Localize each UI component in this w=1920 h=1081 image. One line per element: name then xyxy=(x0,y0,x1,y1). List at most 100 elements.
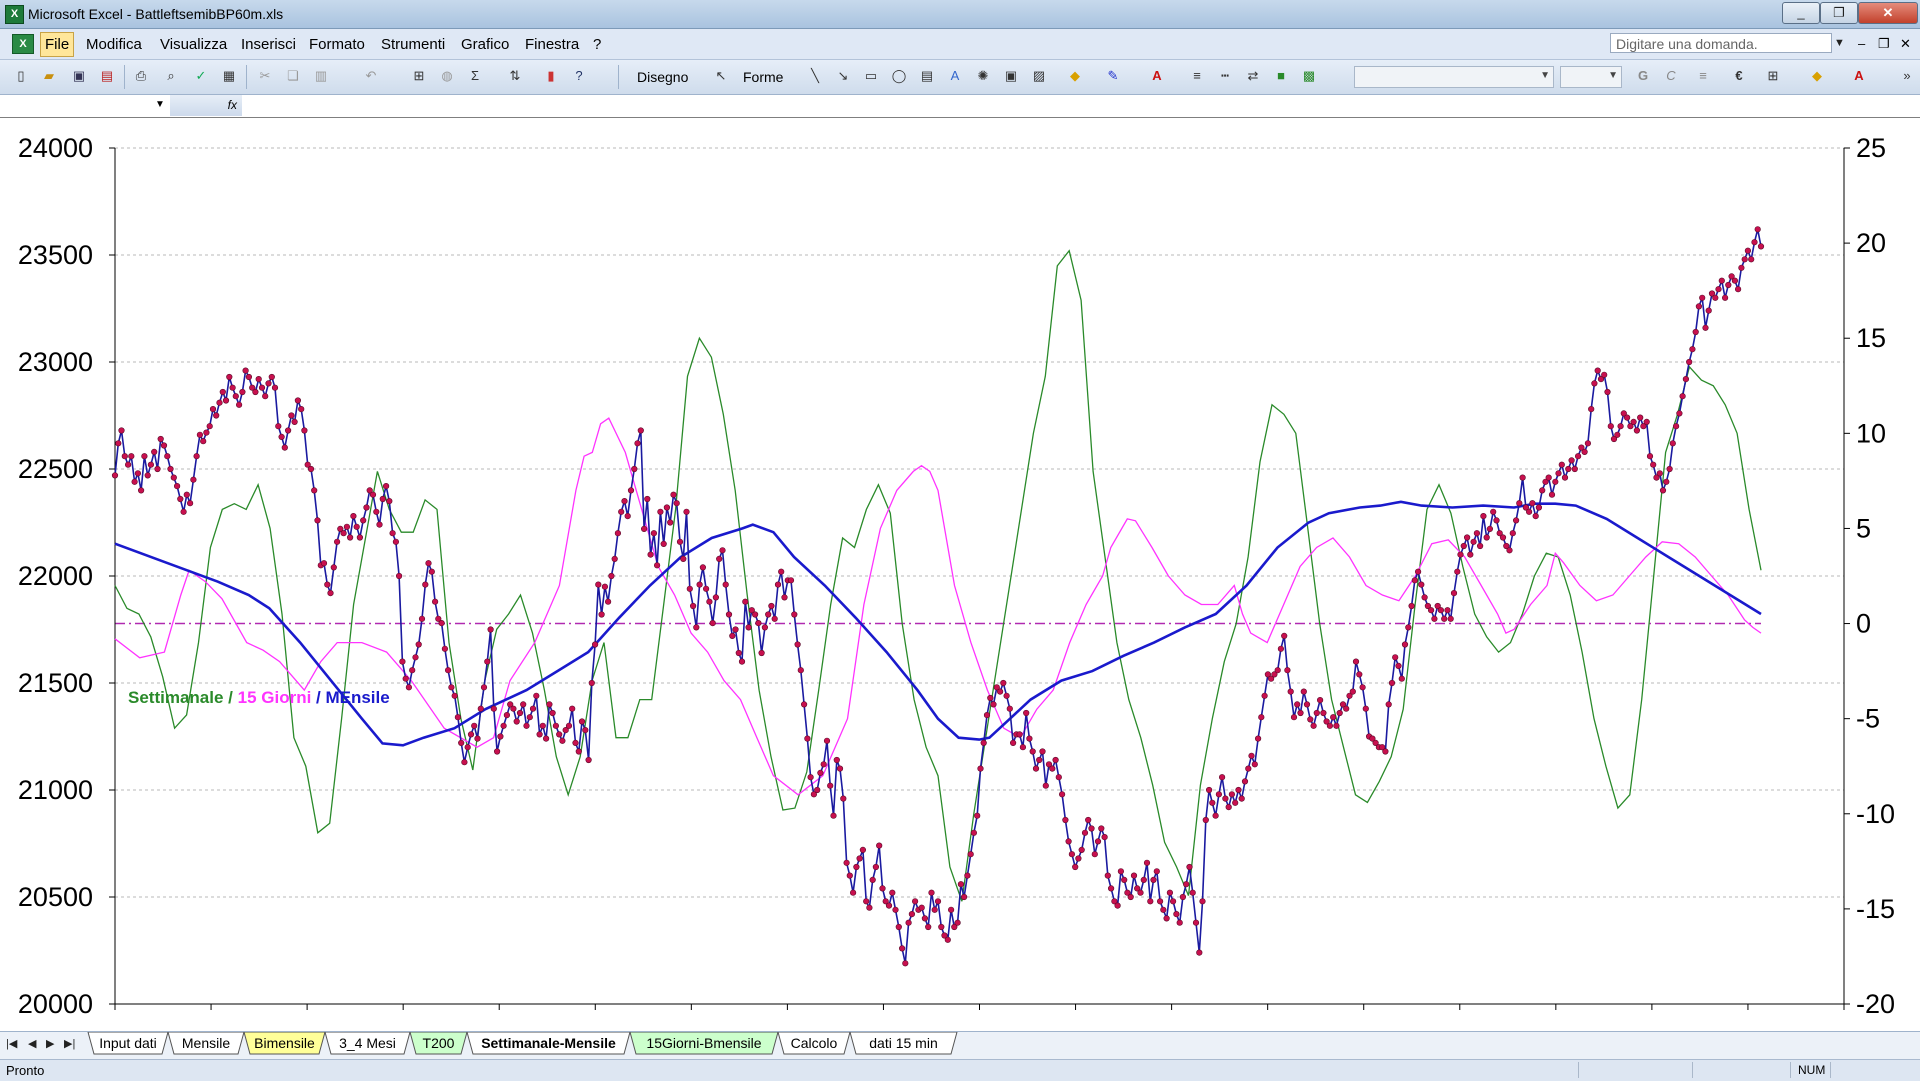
wordart-icon[interactable]: A xyxy=(946,67,964,85)
disegno-menu[interactable]: Disegno xyxy=(637,69,688,85)
align-icon[interactable]: ≡ xyxy=(1694,67,1712,85)
toolbar-options-icon[interactable]: » xyxy=(1898,67,1916,85)
borders-icon[interactable]: ⊞ xyxy=(1764,67,1782,85)
web-icon[interactable]: ◍ xyxy=(438,67,456,85)
data-point xyxy=(1169,898,1177,905)
sheet-tab-0[interactable]: Input dati xyxy=(87,1032,169,1055)
data-point xyxy=(1153,868,1160,875)
new-icon[interactable]: ▯ xyxy=(12,67,30,85)
data-point xyxy=(428,568,435,575)
data-point xyxy=(1418,581,1425,588)
data-point xyxy=(183,491,190,498)
data-point xyxy=(683,508,690,515)
close-button[interactable]: ✕ xyxy=(1858,2,1918,24)
cut-icon[interactable]: ✂ xyxy=(256,67,274,85)
data-point xyxy=(1085,816,1092,824)
sort-icon[interactable]: ⇅ xyxy=(506,67,524,85)
sheet-tab-8[interactable]: dati 15 min xyxy=(849,1032,958,1055)
menu-finestra[interactable]: Finestra xyxy=(525,36,579,53)
insert-hyperlink-icon[interactable]: ⊞ xyxy=(410,67,428,85)
menu-grafico[interactable]: Grafico xyxy=(461,36,509,53)
diagram-icon[interactable]: ✺ xyxy=(974,67,992,85)
menu-modifica[interactable]: Modifica xyxy=(86,36,142,53)
workbook-icon[interactable]: X xyxy=(12,34,34,54)
data-point xyxy=(1352,658,1360,665)
oval-icon[interactable]: ◯ xyxy=(890,67,908,85)
bold-button[interactable]: G xyxy=(1634,67,1652,85)
help-icon[interactable]: ? xyxy=(570,67,588,85)
menu-strumenti[interactable]: Strumenti xyxy=(381,36,445,53)
doc-minimize-button[interactable]: – xyxy=(1858,36,1865,51)
data-point xyxy=(1343,705,1350,712)
font-size-combo[interactable]: ▼ xyxy=(1560,66,1622,88)
minimize-button[interactable]: _ xyxy=(1782,2,1820,24)
data-point xyxy=(327,590,334,597)
line-chart[interactable]: 24000 23500 23000 22500 22000 21500 21000 20500… xyxy=(0,118,1920,1030)
textbox-icon[interactable]: ▤ xyxy=(918,67,936,85)
save-icon[interactable]: ▣ xyxy=(70,67,88,85)
sheet-tab-7[interactable]: Calcolo xyxy=(777,1032,851,1055)
forme-menu[interactable]: Forme xyxy=(743,69,783,85)
print-icon[interactable]: ⎙ xyxy=(132,67,150,85)
paste-icon[interactable]: ▥ xyxy=(312,67,330,85)
data-point xyxy=(1310,722,1317,729)
arrow-style-icon[interactable]: ⇄ xyxy=(1244,67,1262,85)
font-color-icon[interactable]: A xyxy=(1148,67,1166,85)
line-style-icon[interactable]: ≡ xyxy=(1188,67,1206,85)
autosum-icon[interactable]: Σ xyxy=(466,67,484,85)
line-color-icon[interactable]: ✎ xyxy=(1104,67,1122,85)
doc-restore-button[interactable]: ❐ xyxy=(1878,36,1890,52)
font-name-combo[interactable]: ▼ xyxy=(1354,66,1554,88)
rectangle-icon[interactable]: ▭ xyxy=(862,67,880,85)
sheet-tab-3[interactable]: 3_4 Mesi xyxy=(324,1032,411,1055)
menu-visualizza[interactable]: Visualizza xyxy=(160,36,227,53)
sheet-tab-6[interactable]: 15Giorni-Bmensile xyxy=(629,1032,779,1055)
doc-close-button[interactable]: ✕ xyxy=(1900,36,1911,52)
3d-icon[interactable]: ▩ xyxy=(1300,67,1318,85)
maximize-button[interactable]: ❐ xyxy=(1820,2,1858,24)
picture-icon[interactable]: ▨ xyxy=(1030,67,1048,85)
data-point xyxy=(1055,774,1062,781)
shadow-icon[interactable]: ■ xyxy=(1272,67,1290,85)
arrow-icon[interactable]: ↘ xyxy=(834,67,852,85)
chart-area[interactable]: 24000 23500 23000 22500 22000 21500 21000 20500… xyxy=(0,118,1920,1030)
menu-formato[interactable]: Formato xyxy=(309,36,365,53)
fill-color-icon[interactable]: ◆ xyxy=(1066,67,1084,85)
text-color-icon[interactable]: A xyxy=(1850,67,1868,85)
euro-button[interactable]: € xyxy=(1730,67,1748,85)
menu-inserisci[interactable]: Inserisci xyxy=(241,36,296,53)
copy-icon[interactable]: ❏ xyxy=(284,67,302,85)
fx-icon[interactable]: fx xyxy=(170,95,242,116)
sheet-tab-4[interactable]: T200 xyxy=(409,1032,468,1055)
data-point xyxy=(1637,414,1644,421)
permission-icon[interactable]: ▤ xyxy=(98,67,116,85)
menu-help[interactable]: ? xyxy=(593,36,601,53)
data-point xyxy=(232,393,239,400)
line-icon[interactable]: ╲ xyxy=(806,67,824,85)
select-objects-icon[interactable]: ↖ xyxy=(712,67,730,85)
name-box[interactable]: ▼ xyxy=(0,95,171,116)
data-point xyxy=(1499,534,1507,541)
sheet-tab-2[interactable]: Bimensile xyxy=(243,1032,326,1055)
menu-file[interactable]: File xyxy=(40,32,75,57)
data-point xyxy=(827,782,834,789)
italic-button[interactable]: C xyxy=(1662,67,1680,85)
clipart-icon[interactable]: ▣ xyxy=(1002,67,1020,85)
undo-icon[interactable]: ↶ xyxy=(362,67,380,85)
chevron-down-icon[interactable]: ▼ xyxy=(1834,37,1845,49)
research-icon[interactable]: ▦ xyxy=(220,67,238,85)
dash-style-icon[interactable]: ┅ xyxy=(1216,67,1234,85)
sheet-tab-5[interactable]: Settimanale-Mensile xyxy=(466,1032,631,1055)
sheet-tabs: Input dati Mensile Bimensile 3_4 Mesi T200 Se… xyxy=(87,1032,958,1055)
chart-wizard-icon[interactable]: ▮ xyxy=(542,67,560,85)
spelling-icon[interactable]: ✓ xyxy=(192,67,210,85)
ask-question-input[interactable]: Digitare una domanda. xyxy=(1610,33,1832,53)
excel-app-icon[interactable]: X xyxy=(5,5,24,24)
data-point xyxy=(1330,714,1337,721)
highlight-icon[interactable]: ◆ xyxy=(1808,67,1826,85)
print-preview-icon[interactable]: ⌕ xyxy=(162,67,180,85)
open-icon[interactable]: ▰ xyxy=(40,67,58,85)
data-point xyxy=(386,498,393,505)
data-point xyxy=(1029,748,1036,755)
sheet-tab-1[interactable]: Mensile xyxy=(167,1032,245,1055)
